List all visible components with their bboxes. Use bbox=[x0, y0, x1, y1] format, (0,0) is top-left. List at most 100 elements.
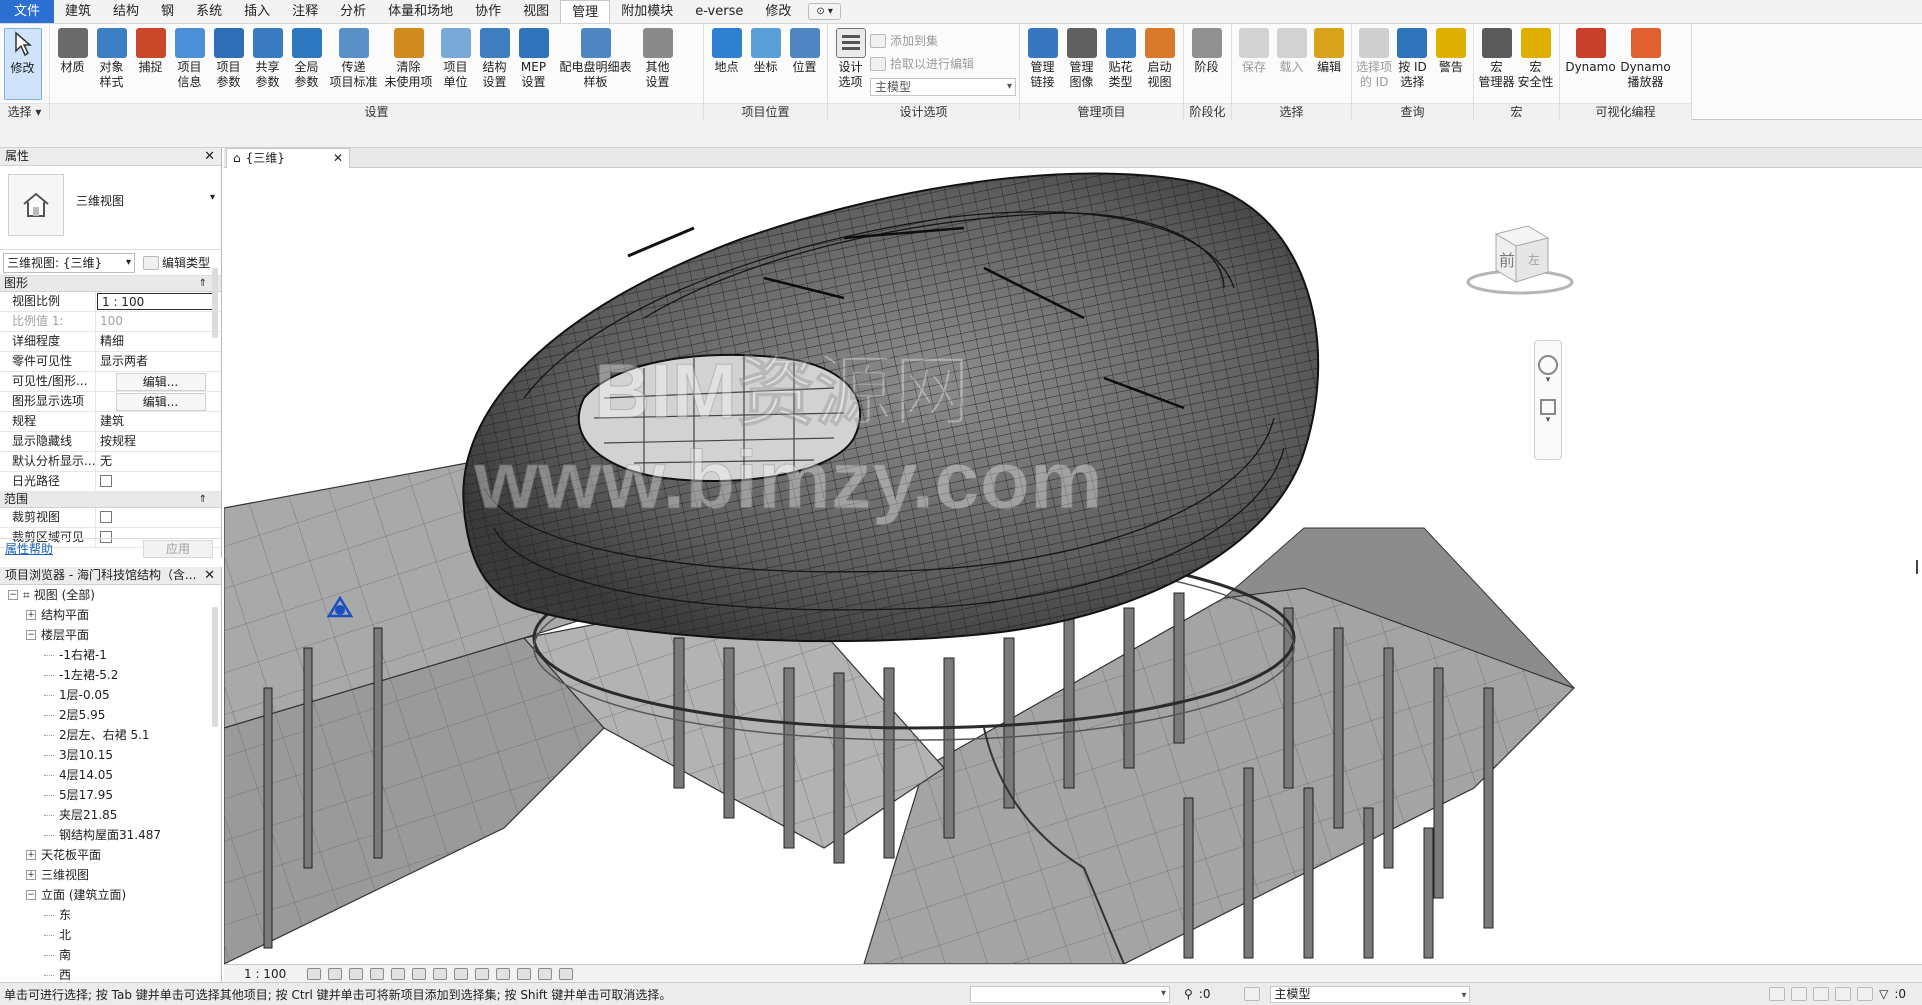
filter-funnel-icon[interactable]: ▽ bbox=[1879, 987, 1888, 1001]
editable-only-icon[interactable] bbox=[1244, 987, 1261, 1001]
tab-13[interactable]: e-verse bbox=[684, 0, 754, 23]
expand-icon[interactable]: + bbox=[26, 850, 36, 860]
category-extents[interactable]: 范围 ⇑ bbox=[0, 492, 221, 508]
expand-icon[interactable]: + bbox=[26, 870, 36, 880]
tab-2[interactable]: 结构 bbox=[102, 0, 150, 23]
close-icon[interactable]: ✕ bbox=[333, 149, 343, 168]
decal-types-button[interactable]: 贴花 类型 bbox=[1102, 28, 1140, 90]
tab-6[interactable]: 注释 bbox=[281, 0, 329, 23]
tab-1[interactable]: 建筑 bbox=[54, 0, 102, 23]
reveal-hidden-icon[interactable] bbox=[496, 967, 511, 980]
property-value[interactable]: 编辑... bbox=[96, 392, 221, 411]
view-scale[interactable]: 1 : 100 bbox=[244, 967, 286, 981]
apply-button[interactable]: 应用 bbox=[143, 539, 213, 558]
edit-button[interactable]: 编辑... bbox=[115, 393, 206, 411]
collapse-icon[interactable]: ⇑ bbox=[199, 492, 207, 507]
tree-node[interactable]: 西 bbox=[0, 965, 221, 982]
manage-links-button[interactable]: 管理 链接 bbox=[1024, 28, 1062, 90]
coordinates-button[interactable]: 坐标 bbox=[747, 28, 785, 75]
additional-settings-button[interactable]: 其他 设置 bbox=[639, 28, 677, 90]
property-value[interactable]: 建筑 bbox=[96, 412, 221, 431]
expand-icon[interactable]: + bbox=[26, 610, 36, 620]
tree-node[interactable]: − ⌗ 视图 (全部) bbox=[0, 585, 221, 605]
property-value[interactable]: 精细 bbox=[96, 332, 221, 351]
sun-path-icon[interactable] bbox=[349, 967, 364, 980]
tree-node[interactable]: 北 bbox=[0, 925, 221, 945]
location-button[interactable]: 地点 bbox=[708, 28, 746, 75]
property-value[interactable]: 按规程 bbox=[96, 432, 221, 451]
object-styles-button[interactable]: 对象 样式 bbox=[93, 28, 131, 90]
tree-node[interactable]: 2层5.95 bbox=[0, 705, 221, 725]
pick-to-edit-button[interactable]: 拾取以进行编辑 bbox=[870, 55, 1016, 72]
tree-node[interactable]: 5层17.95 bbox=[0, 785, 221, 805]
render-icon[interactable] bbox=[391, 967, 406, 980]
edit-selection-button[interactable]: 编辑 bbox=[1311, 28, 1348, 75]
select-by-id-button[interactable]: 按 ID 选择 bbox=[1394, 28, 1431, 90]
manage-images-button[interactable]: 管理 图像 bbox=[1063, 28, 1101, 90]
temp-hide-icon[interactable] bbox=[475, 967, 490, 980]
detail-level-icon[interactable] bbox=[307, 967, 322, 980]
panel-schedule-templates-button[interactable]: 配电盘明细表 样板 bbox=[554, 28, 638, 90]
property-value[interactable]: 显示两者 bbox=[96, 352, 221, 371]
tree-node[interactable]: 3层10.15 bbox=[0, 745, 221, 765]
tree-node[interactable]: 4层14.05 bbox=[0, 765, 221, 785]
drawing-canvas[interactable]: BIM资源网 www.bimzy.com 前 左 ▾ ▾ bbox=[224, 168, 1922, 964]
browser-scrollbar[interactable] bbox=[212, 607, 218, 727]
zoom-icon[interactable] bbox=[1540, 399, 1556, 415]
close-icon[interactable]: ✕ bbox=[204, 567, 215, 584]
position-button[interactable]: 位置 bbox=[786, 28, 824, 75]
project-units-button[interactable]: 项目 单位 bbox=[437, 28, 475, 90]
materials-button[interactable]: 材质 bbox=[54, 28, 92, 75]
global-parameters-button[interactable]: 全局 参数 bbox=[288, 28, 326, 90]
edit-type-button[interactable]: 编辑类型 bbox=[143, 254, 210, 271]
select-underlay-icon[interactable] bbox=[1791, 987, 1808, 1001]
tree-node[interactable]: + 结构平面 bbox=[0, 605, 221, 625]
structural-settings-button[interactable]: 结构 设置 bbox=[476, 28, 514, 90]
checkbox[interactable] bbox=[100, 511, 112, 523]
tree-node[interactable]: − 楼层平面 bbox=[0, 625, 221, 645]
edit-button[interactable]: 编辑... bbox=[115, 373, 206, 391]
project-info-button[interactable]: 项目 信息 bbox=[171, 28, 209, 90]
active-option-dropdown[interactable]: 主模型 bbox=[870, 78, 1016, 96]
analysis-icon[interactable] bbox=[517, 967, 532, 980]
tree-node[interactable]: − 立面 (建筑立面) bbox=[0, 885, 221, 905]
select-by-face-icon[interactable] bbox=[1835, 987, 1852, 1001]
macro-security-button[interactable]: 宏 安全性 bbox=[1517, 28, 1555, 90]
crop-view-icon[interactable] bbox=[412, 967, 427, 980]
collapse-icon[interactable]: − bbox=[26, 630, 36, 640]
tree-node[interactable]: -1右裙-1 bbox=[0, 645, 221, 665]
group-title-select[interactable]: 选择 ▾ bbox=[0, 103, 49, 120]
project-parameters-button[interactable]: 项目 参数 bbox=[210, 28, 248, 90]
shadows-icon[interactable] bbox=[370, 967, 385, 980]
property-value[interactable] bbox=[96, 508, 221, 527]
tab-14[interactable]: 修改 bbox=[754, 0, 802, 23]
load-selection-button[interactable]: 载入 bbox=[1273, 28, 1310, 75]
close-icon[interactable]: ✕ bbox=[204, 148, 215, 165]
chevron-down-icon[interactable]: ▾ bbox=[1535, 375, 1561, 385]
dynamo-button[interactable]: Dynamo bbox=[1564, 28, 1618, 75]
design-option-dropdown[interactable]: 主模型 bbox=[1270, 985, 1471, 1003]
ribbon-options-icon[interactable]: ⊙ ▾ bbox=[808, 3, 841, 20]
collapse-icon[interactable]: ⇑ bbox=[199, 276, 207, 291]
purge-unused-button[interactable]: 清除 未使用项 bbox=[382, 28, 436, 90]
property-value[interactable]: 编辑... bbox=[96, 372, 221, 391]
tab-3[interactable]: 钢 bbox=[150, 0, 185, 23]
chevron-down-icon[interactable]: ▾ bbox=[210, 192, 215, 203]
transfer-standards-button[interactable]: 传递 项目标准 bbox=[327, 28, 381, 90]
property-value[interactable]: 1 : 100 bbox=[97, 293, 213, 310]
macro-manager-button[interactable]: 宏 管理器 bbox=[1478, 28, 1516, 90]
tab-7[interactable]: 分析 bbox=[329, 0, 377, 23]
tab-0[interactable]: 文件 bbox=[0, 0, 55, 23]
snaps-button[interactable]: 捕捉 bbox=[132, 28, 170, 75]
dynamo-player-button[interactable]: Dynamo 播放器 bbox=[1619, 28, 1673, 90]
tab-11[interactable]: 管理 bbox=[560, 0, 611, 23]
crop-region-icon[interactable] bbox=[433, 967, 448, 980]
tab-5[interactable]: 插入 bbox=[233, 0, 281, 23]
tab-4[interactable]: 系统 bbox=[185, 0, 233, 23]
chevron-down-icon[interactable]: ▾ bbox=[1535, 415, 1561, 425]
tree-node[interactable]: 钢结构屋面31.487 bbox=[0, 825, 221, 845]
shared-parameters-button[interactable]: 共享 参数 bbox=[249, 28, 287, 90]
tab-9[interactable]: 协作 bbox=[464, 0, 512, 23]
save-selection-button[interactable]: 保存 bbox=[1236, 28, 1273, 75]
modify-button[interactable]: 修改 bbox=[3, 28, 42, 100]
